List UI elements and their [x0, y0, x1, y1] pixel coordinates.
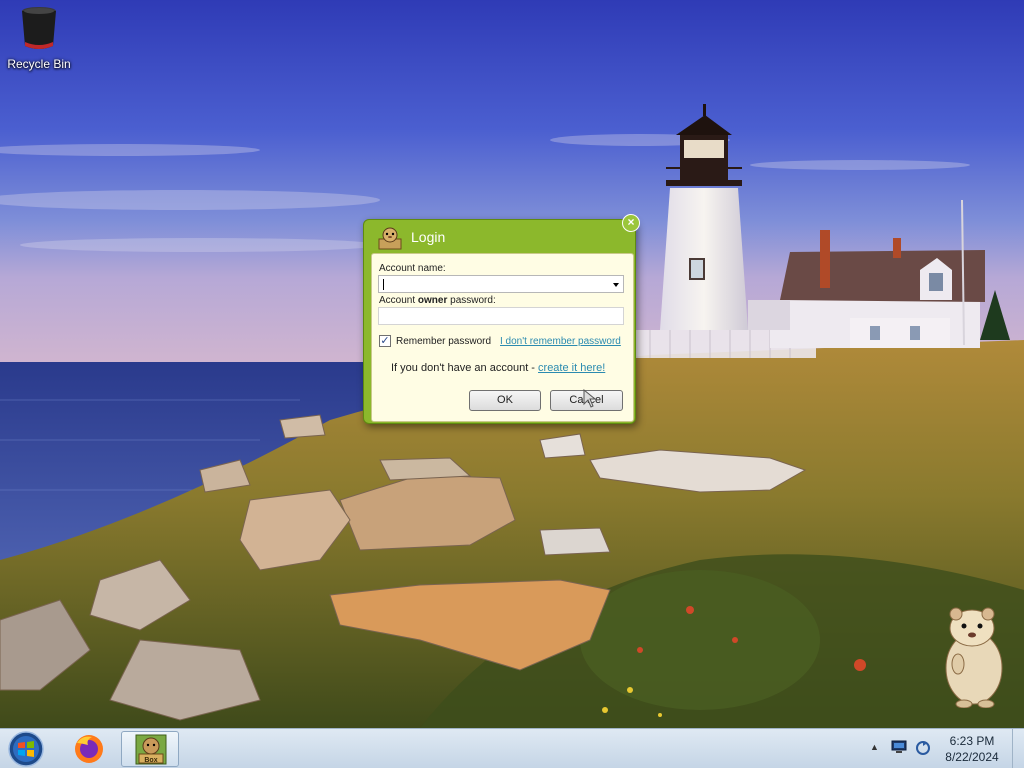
chevron-down-icon[interactable]: [613, 283, 619, 287]
network-icon[interactable]: [891, 740, 907, 757]
text-caret: [383, 279, 384, 290]
taskbar-box-app[interactable]: Box: [121, 731, 179, 767]
system-clock[interactable]: 6:23 PM 8/22/2024: [935, 733, 1009, 765]
desktop-icon-recycle-bin[interactable]: Recycle Bin: [4, 4, 74, 71]
update-icon[interactable]: [915, 740, 931, 759]
taskbar: Box ▲ 6:23 PM 8/22/2024: [0, 728, 1024, 768]
show-hidden-icons-icon[interactable]: ▲: [870, 742, 879, 752]
password-label: Account owner password:: [379, 295, 496, 306]
firefox-icon: [60, 735, 118, 768]
ok-button[interactable]: OK: [469, 390, 541, 411]
taskbar-firefox[interactable]: [60, 731, 118, 767]
no-account-text: If you don't have an account - create it…: [391, 362, 606, 374]
windows-start-icon[interactable]: [6, 730, 46, 768]
recycle-bin-icon: [19, 7, 59, 55]
remember-password-checkbox[interactable]: ✓: [379, 335, 391, 347]
forgot-password-link[interactable]: I don't remember password: [500, 336, 621, 347]
svg-text:Box: Box: [144, 757, 157, 764]
close-icon[interactable]: ×: [622, 214, 640, 232]
desktop-icon-label: Recycle Bin: [7, 57, 71, 71]
password-field[interactable]: [378, 307, 624, 325]
hamster-mascot-icon[interactable]: [936, 604, 1008, 711]
account-name-combobox[interactable]: [378, 275, 624, 293]
box-app-icon: [377, 225, 403, 254]
remember-password-label[interactable]: Remember password: [396, 336, 491, 347]
show-desktop-button[interactable]: [1012, 729, 1024, 768]
account-name-label: Account name:: [379, 263, 446, 274]
mouse-cursor-icon: [583, 388, 599, 412]
clock-date: 8/22/2024: [945, 750, 999, 764]
create-account-link[interactable]: create it here!: [538, 362, 605, 374]
box-app-icon: Box: [122, 734, 178, 768]
clock-time: 6:23 PM: [949, 734, 995, 748]
dialog-title: Login: [411, 229, 446, 245]
